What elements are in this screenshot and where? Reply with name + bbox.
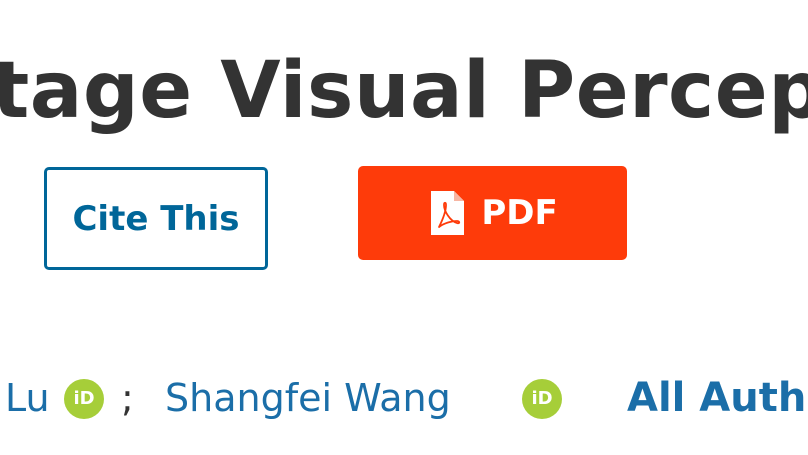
author-link-shangfei-wang[interactable]: Shangfei Wang — [165, 368, 451, 428]
author-list: Lu iD ; Shangfei Wang iD All Auth — [0, 368, 808, 428]
author-separator: ; — [121, 376, 134, 420]
pdf-button-label: PDF — [481, 193, 558, 233]
orcid-icon[interactable]: iD — [522, 379, 562, 419]
cite-this-button[interactable]: Cite This — [44, 167, 268, 270]
all-authors-link[interactable]: All Auth — [627, 368, 806, 428]
article-title: tage Visual Percept — [0, 46, 808, 136]
orcid-icon[interactable]: iD — [64, 379, 104, 419]
pdf-file-icon — [427, 189, 467, 237]
article-header: tage Visual Percept Cite This PDF Lu iD … — [0, 0, 808, 455]
author-link-lu[interactable]: Lu — [5, 368, 50, 428]
pdf-button[interactable]: PDF — [358, 166, 627, 260]
